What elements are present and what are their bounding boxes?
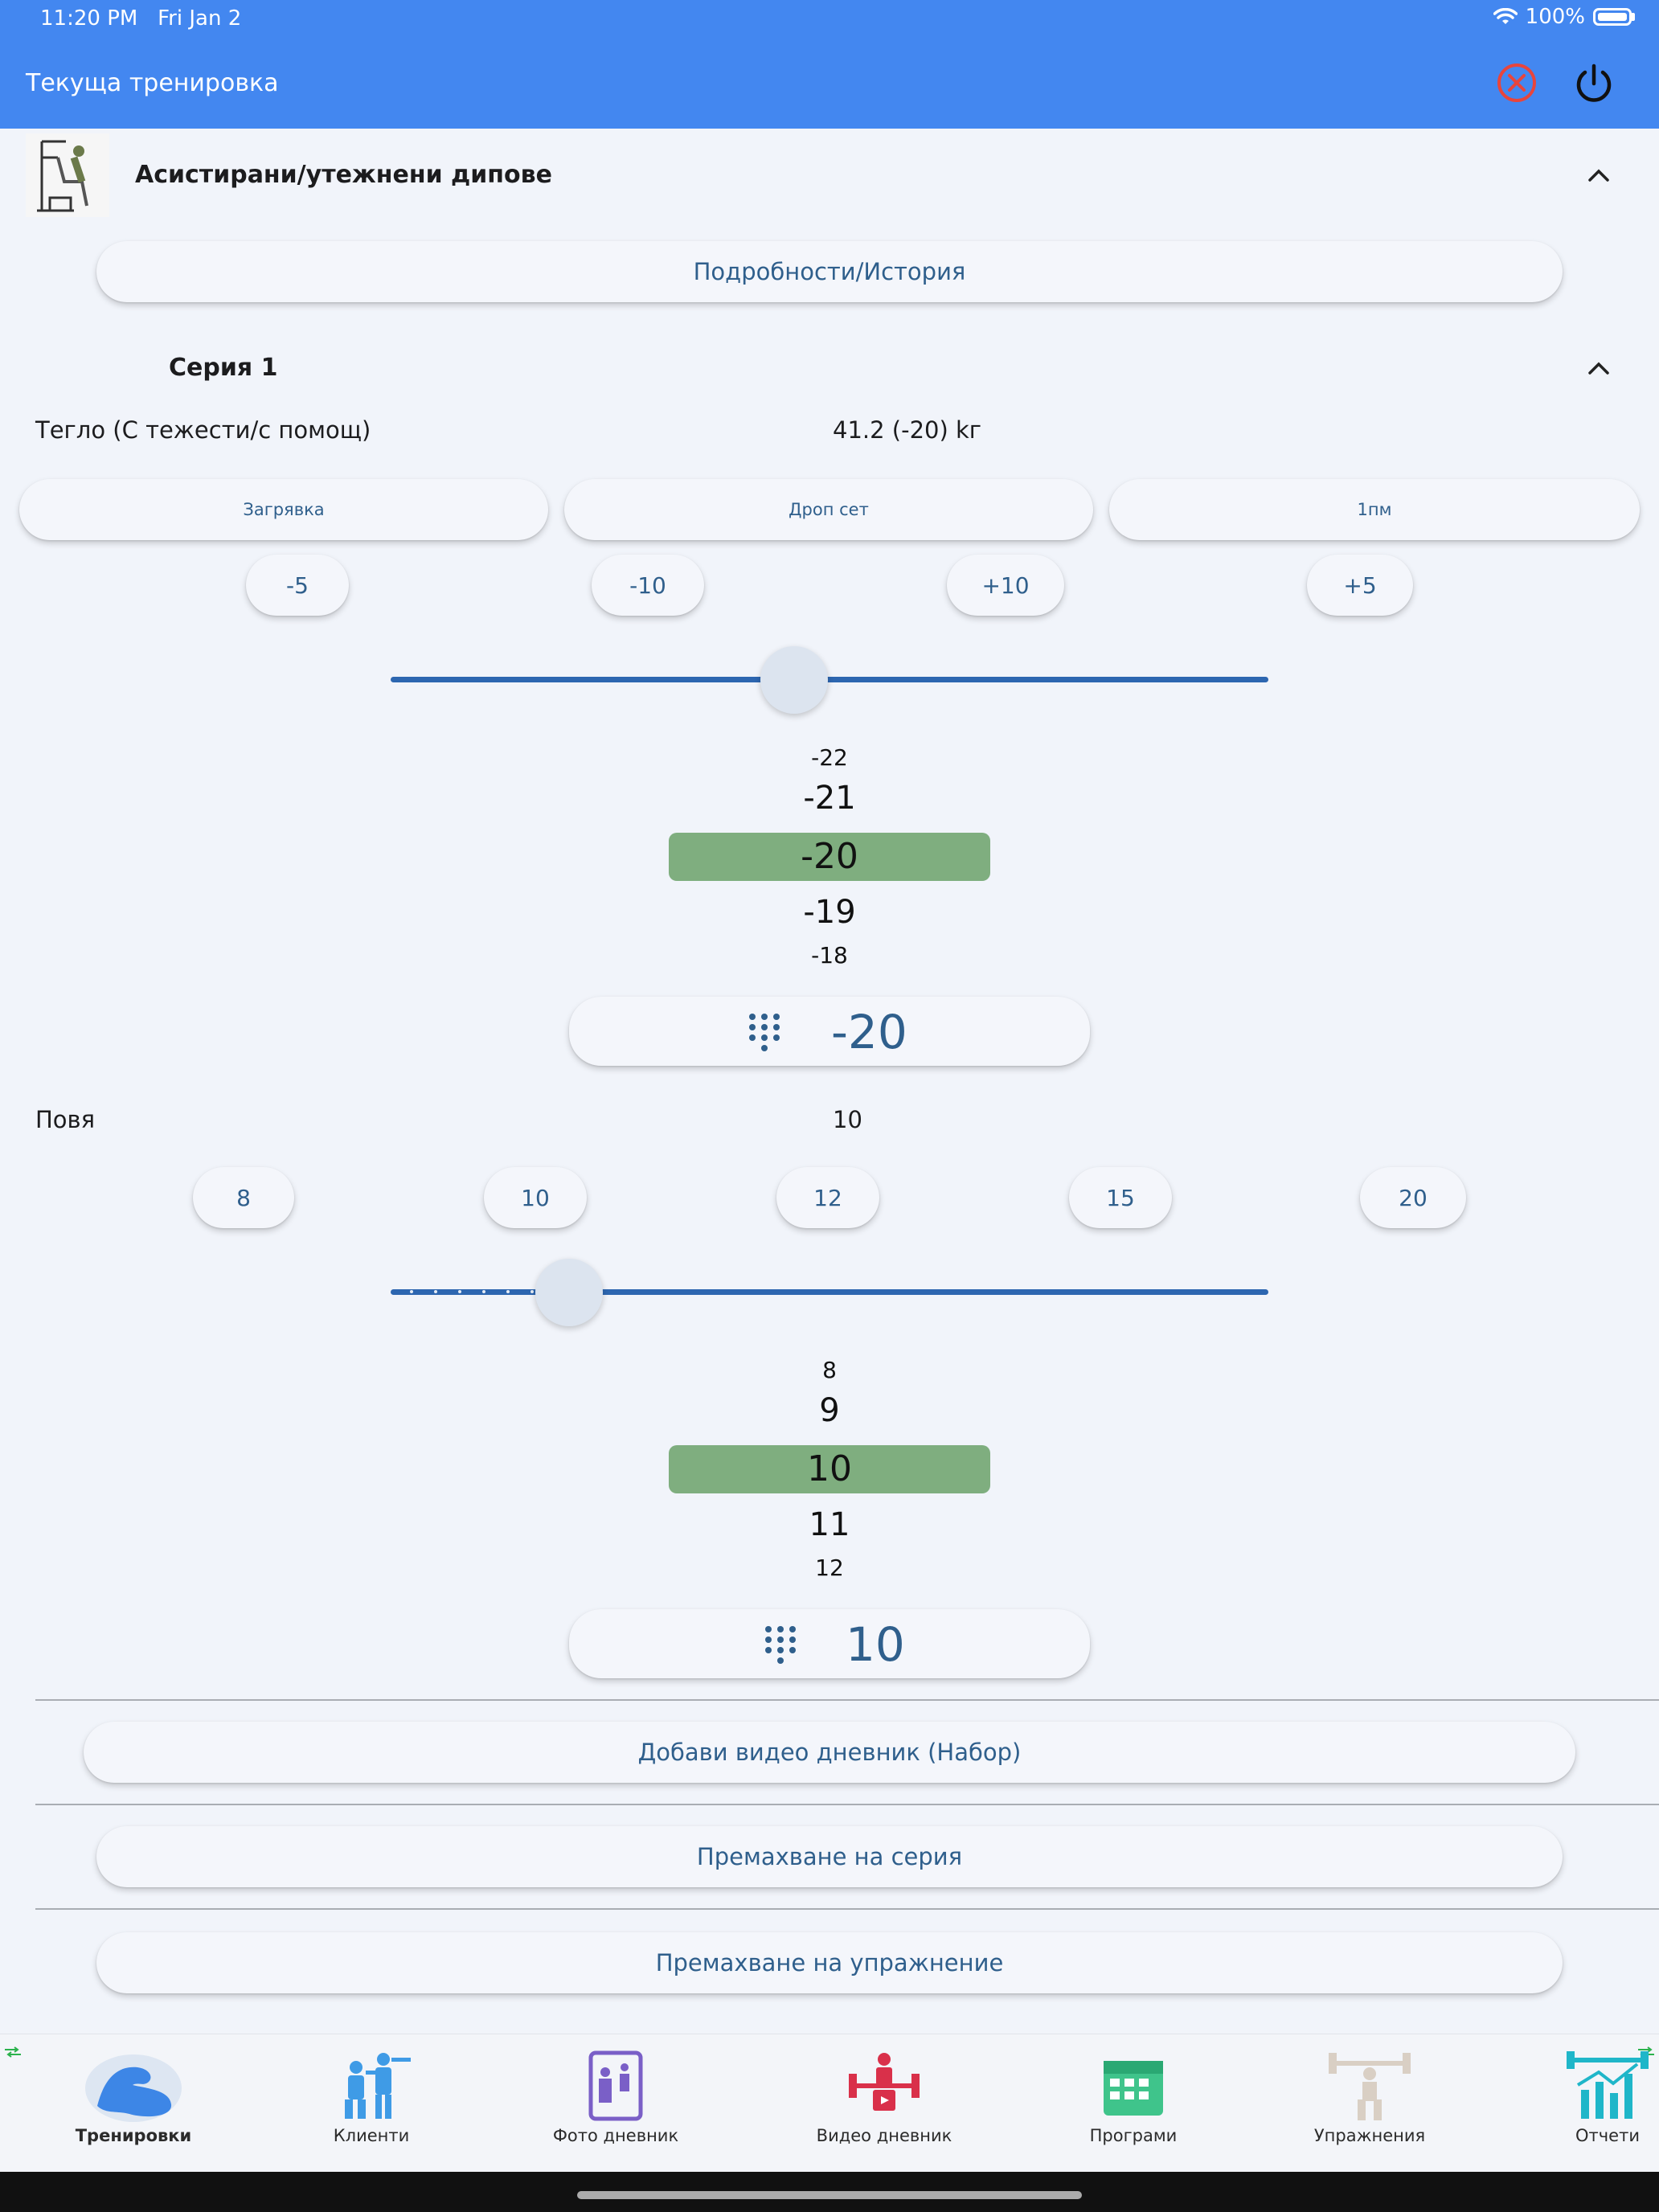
- weight-plus-10-button[interactable]: +10: [947, 555, 1064, 616]
- weight-wheel-selected[interactable]: -20: [669, 836, 990, 877]
- reps-15-button[interactable]: 15: [1069, 1167, 1172, 1228]
- swap-arrows-icon: [5, 2046, 21, 2058]
- reports-chart-icon: [1567, 2051, 1649, 2119]
- divider: [35, 1804, 1659, 1805]
- reps-label: Повя: [35, 1106, 96, 1133]
- nav-exercises[interactable]: [1281, 2050, 1458, 2125]
- divider: [35, 1908, 1659, 1910]
- nav-clients[interactable]: [283, 2050, 460, 2125]
- calendar-program-icon: [1104, 2061, 1163, 2116]
- video-journal-icon: [849, 2053, 920, 2111]
- page-title: Текуща тренировка: [26, 69, 279, 97]
- exercise-thumbnail: [26, 133, 109, 217]
- weight-slider[interactable]: [391, 677, 1268, 682]
- weight-wheel-item[interactable]: -21: [669, 780, 990, 817]
- status-indicators: 100%: [1493, 5, 1635, 29]
- weight-input-value: -20: [831, 1005, 907, 1059]
- reps-slider-thumb[interactable]: [535, 1259, 603, 1326]
- chevron-up-icon[interactable]: [1585, 358, 1612, 378]
- nav-photo-journal[interactable]: [527, 2050, 704, 2125]
- weight-slider-thumb[interactable]: [760, 646, 828, 714]
- weight-plus-5-button[interactable]: +5: [1307, 555, 1413, 616]
- power-icon[interactable]: [1571, 59, 1617, 106]
- reps-input-value: 10: [846, 1617, 905, 1672]
- nav-video-journal-label: Видео дневник: [816, 2126, 952, 2145]
- nav-video-journal[interactable]: [796, 2050, 973, 2125]
- home-indicator[interactable]: [577, 2191, 1082, 2199]
- nav-programs-label: Програми: [1089, 2126, 1178, 2145]
- nav-clients-label: Клиенти: [333, 2126, 410, 2145]
- top-app-bar: 11:20 PM Fri Jan 2 100% Текуща тренировк…: [0, 0, 1659, 129]
- chevron-up-icon[interactable]: [1585, 166, 1612, 185]
- nav-exercises-label: Упражнения: [1313, 2126, 1426, 2145]
- divider: [35, 1699, 1659, 1701]
- warmup-button[interactable]: Загрявка: [19, 479, 548, 540]
- exercise-name: Асистирани/утежнени дипове: [135, 161, 552, 189]
- reps-8-button[interactable]: 8: [193, 1167, 294, 1228]
- photo-journal-icon: [588, 2050, 643, 2121]
- nav-programs[interactable]: [1045, 2050, 1222, 2125]
- reps-10-button[interactable]: 10: [484, 1167, 587, 1228]
- battery-icon: [1593, 8, 1632, 26]
- weightlifter-icon: [1329, 2053, 1411, 2120]
- reps-12-button[interactable]: 12: [776, 1167, 879, 1228]
- wifi-icon: [1493, 8, 1518, 24]
- reps-wheel-selected[interactable]: 10: [669, 1448, 990, 1489]
- weight-keypad-input[interactable]: -20: [569, 997, 1090, 1066]
- reps-keypad-input[interactable]: 10: [569, 1609, 1090, 1678]
- remove-exercise-button[interactable]: Премахване на упражнение: [96, 1932, 1563, 1993]
- weight-value: 41.2 (-20) kг: [833, 416, 982, 444]
- weight-wheel-item[interactable]: -18: [669, 942, 990, 969]
- remove-set-button[interactable]: Премахване на серия: [96, 1826, 1563, 1887]
- set-title: Серия 1: [169, 354, 278, 382]
- weight-minus-10-button[interactable]: -10: [592, 555, 704, 616]
- nav-workouts-label: Тренировки: [75, 2126, 192, 2145]
- trainer-clients-icon: [345, 2053, 411, 2119]
- keypad-icon: [765, 1626, 796, 1664]
- keypad-icon: [749, 1014, 780, 1051]
- add-video-journal-button[interactable]: Добави видео дневник (Набор): [84, 1722, 1575, 1783]
- close-circle-icon[interactable]: [1493, 59, 1540, 106]
- drop-set-button[interactable]: Дроп сет: [564, 479, 1093, 540]
- one-rep-max-button[interactable]: 1пм: [1109, 479, 1640, 540]
- reps-wheel-item[interactable]: 11: [669, 1506, 990, 1543]
- details-history-button[interactable]: Подробности/История: [96, 241, 1563, 302]
- weight-minus-5-button[interactable]: -5: [246, 555, 349, 616]
- nav-reports-label: Отчети: [1575, 2126, 1640, 2145]
- reps-wheel-item[interactable]: 8: [669, 1357, 990, 1383]
- reps-20-button[interactable]: 20: [1360, 1167, 1466, 1228]
- weight-wheel-item[interactable]: -22: [669, 744, 990, 771]
- battery-percent: 100%: [1525, 5, 1585, 29]
- nav-photo-journal-label: Фото дневник: [552, 2126, 679, 2145]
- weight-label: Тегло (С тежести/с помощ): [35, 416, 371, 444]
- reps-wheel-item[interactable]: 12: [669, 1555, 990, 1581]
- reps-value: 10: [833, 1106, 862, 1133]
- status-time: 11:20 PM Fri Jan 2: [40, 6, 242, 31]
- weight-wheel-item[interactable]: -19: [669, 894, 990, 931]
- nav-reports[interactable]: [1519, 2050, 1659, 2125]
- reps-wheel-item[interactable]: 9: [669, 1392, 990, 1429]
- bicep-icon: [85, 2054, 182, 2122]
- nav-workouts[interactable]: [45, 2050, 222, 2125]
